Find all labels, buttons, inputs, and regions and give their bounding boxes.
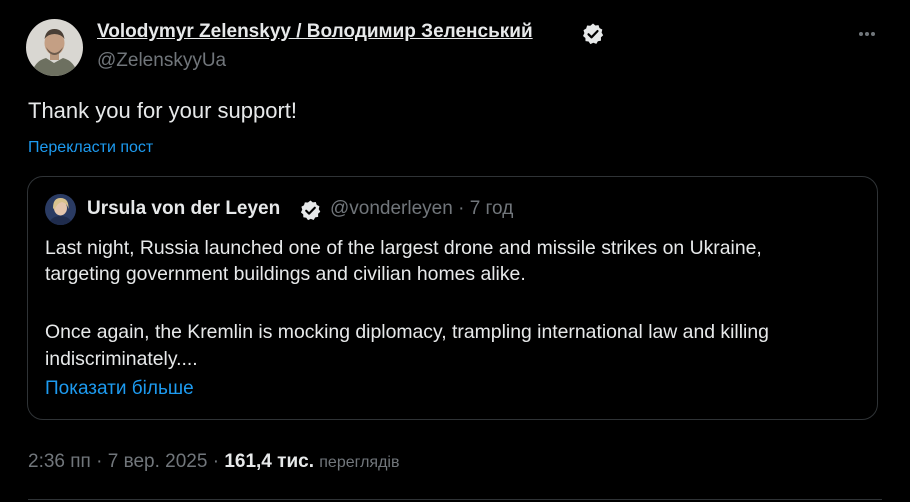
post-date[interactable]: 7 вер. 2025 — [108, 451, 208, 472]
quote-author-handle[interactable]: @vonderleyen — [330, 198, 453, 219]
divider — [28, 499, 882, 500]
quote-text-line: Once again, the Kremlin is mocking diplo… — [45, 321, 769, 343]
post-time[interactable]: 2:36 пп — [28, 451, 91, 472]
separator: · — [212, 451, 220, 472]
translate-post-link[interactable]: Перекласти пост — [28, 139, 153, 157]
quote-text-line: Last night, Russia launched one of the l… — [45, 237, 762, 259]
quote-timestamp[interactable]: 7 год — [470, 198, 514, 219]
quote-verified-badge-icon — [299, 199, 322, 222]
quote-author-name[interactable]: Ursula von der Leyen — [87, 198, 280, 220]
views-label: переглядів — [319, 454, 400, 471]
separator: · — [96, 451, 103, 472]
author-handle[interactable]: @ZelenskyyUa — [97, 50, 226, 72]
tweet-text: Thank you for your support! — [28, 98, 298, 123]
views-count: 161,4 тис. — [224, 451, 314, 472]
verified-badge-icon[interactable] — [581, 22, 605, 46]
author-name[interactable]: Volodymyr Zelenskyy / Володимир Зеленськ… — [97, 21, 533, 43]
tweet-meta: 2:36 пп · 7 вер. 2025 · 161,4 тис. перег… — [28, 451, 399, 473]
quote-handle-time: @vonderleyen · 7 год — [330, 198, 514, 219]
more-horizontal-icon — [859, 32, 875, 36]
quote-author-avatar[interactable] — [45, 194, 76, 225]
quote-text-line: targeting government buildings and civil… — [45, 263, 526, 285]
quote-text-line: indiscriminately.... — [45, 348, 198, 370]
show-more-link[interactable]: Показати більше — [45, 378, 194, 400]
author-avatar[interactable] — [26, 19, 83, 76]
tweet-container: Volodymyr Zelenskyy / Володимир Зеленськ… — [0, 0, 910, 502]
more-options-button[interactable] — [852, 22, 882, 46]
